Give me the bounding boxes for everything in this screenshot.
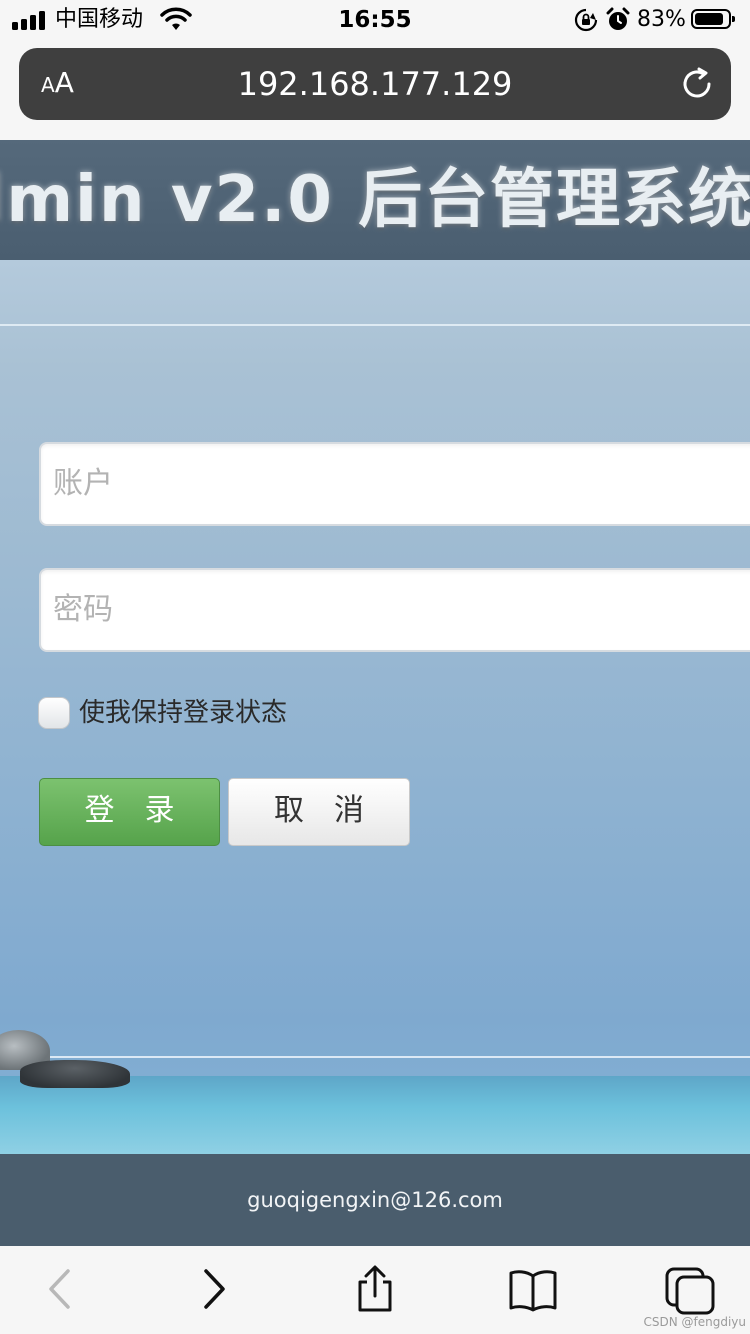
alarm-icon bbox=[606, 7, 630, 30]
header-banner: Admin v2.0 后台管理系统 bbox=[0, 140, 750, 260]
divider bbox=[0, 324, 750, 326]
web-page: Admin v2.0 后台管理系统 账户 密码 使我保持登录状态 登 录 取 消… bbox=[0, 140, 750, 1246]
password-input[interactable]: 密码 bbox=[39, 568, 750, 652]
forward-icon[interactable] bbox=[196, 1266, 232, 1312]
login-button[interactable]: 登 录 bbox=[39, 778, 220, 846]
remember-me-checkbox[interactable] bbox=[38, 697, 70, 729]
address-bar[interactable]: AA 192.168.177.129 bbox=[19, 48, 731, 120]
back-icon[interactable] bbox=[42, 1266, 78, 1312]
footer: guoqigengxin@126.com bbox=[0, 1154, 750, 1246]
bookmarks-icon[interactable] bbox=[508, 1268, 558, 1312]
share-icon[interactable] bbox=[352, 1264, 398, 1314]
status-bar: 中国移动 16:55 83% bbox=[0, 0, 750, 42]
remember-me-label: 使我保持登录状态 bbox=[79, 698, 288, 728]
page-title: Admin v2.0 后台管理系统 bbox=[0, 163, 750, 237]
account-input[interactable]: 账户 bbox=[39, 442, 750, 526]
battery-icon bbox=[691, 9, 735, 29]
url-text[interactable]: 192.168.177.129 bbox=[19, 65, 731, 103]
battery-percent: 83% bbox=[637, 7, 686, 32]
reload-icon[interactable] bbox=[679, 66, 715, 102]
cancel-button[interactable]: 取 消 bbox=[228, 778, 410, 846]
watermark: CSDN @fengdiyu bbox=[643, 1315, 746, 1329]
footer-email: guoqigengxin@126.com bbox=[247, 1188, 503, 1212]
tabs-icon[interactable] bbox=[664, 1266, 718, 1316]
rock-image bbox=[20, 1060, 130, 1088]
horizon-line bbox=[0, 1056, 750, 1058]
sea-image bbox=[0, 1076, 750, 1154]
browser-toolbar: CSDN @fengdiyu bbox=[0, 1246, 750, 1334]
orientation-lock-icon bbox=[574, 8, 598, 32]
